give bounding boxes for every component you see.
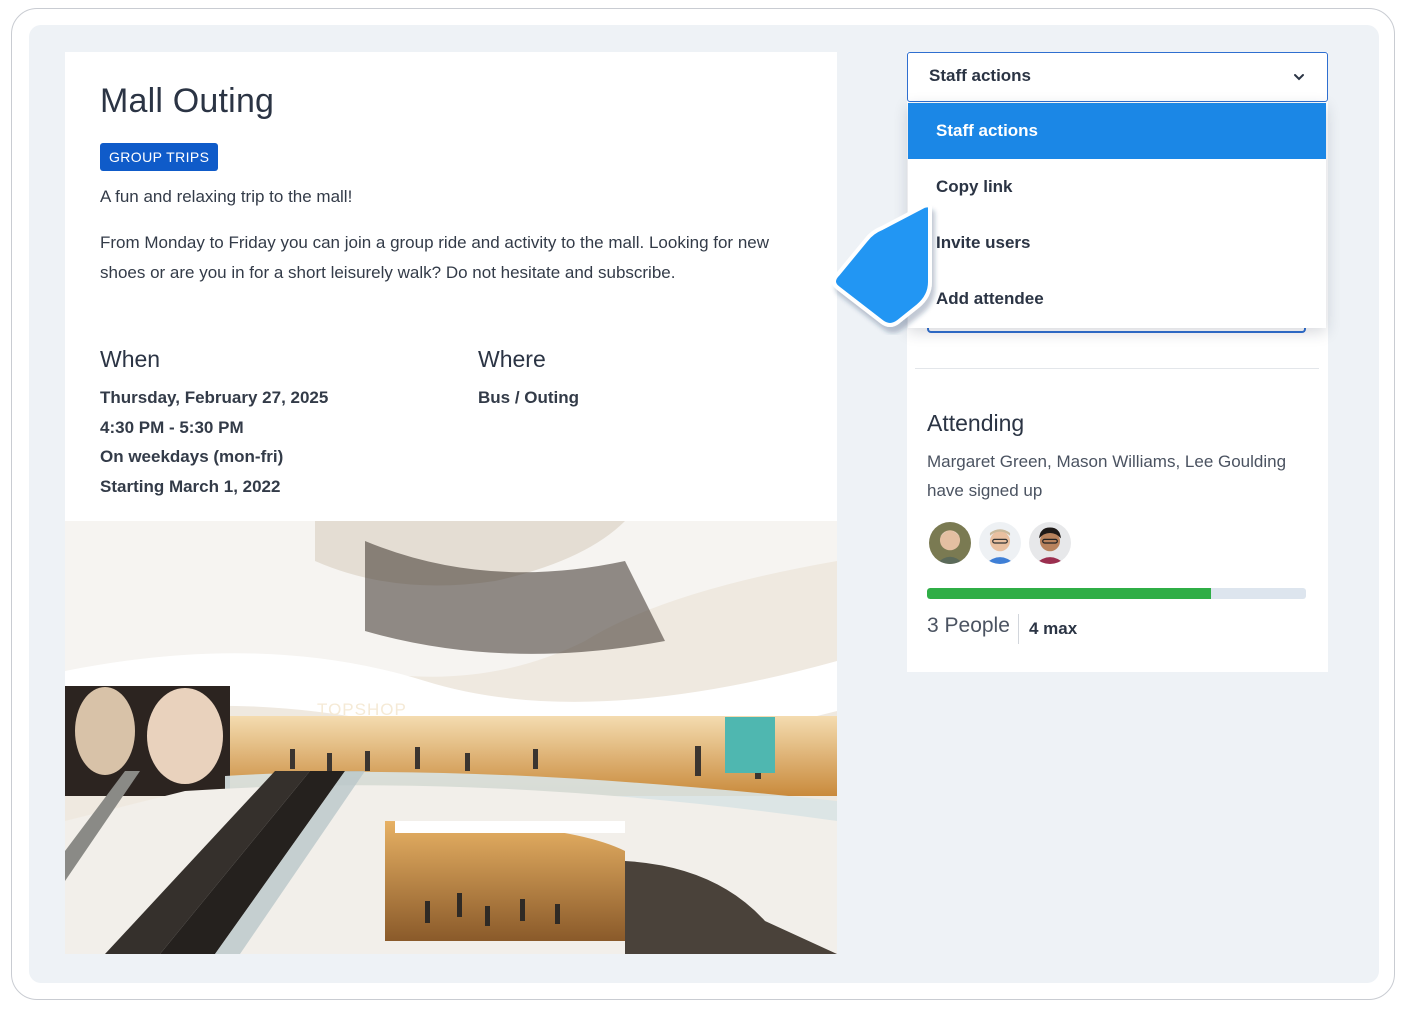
event-description: From Monday to Friday you can join a gro… [100, 233, 770, 282]
topshop-sign: TOPSHOP [317, 700, 407, 719]
event-time: 4:30 PM - 5:30 PM [100, 417, 244, 437]
chevron-down-icon [1294, 74, 1304, 81]
attending-heading: Attending [927, 410, 1025, 436]
menu-item-add-attendee[interactable]: Add attendee [908, 271, 1326, 327]
attendee-max: 4 max [1029, 619, 1078, 638]
avatar[interactable] [927, 520, 973, 566]
select-value: Staff actions [929, 66, 1032, 85]
progress-fill [927, 588, 1212, 599]
divider [915, 368, 1319, 369]
event-photo: TOPSHOP [65, 521, 837, 954]
cursor-pointer-icon [832, 203, 932, 327]
menu-item-invite-users[interactable]: Invite users [908, 215, 1326, 271]
event-date: Thursday, February 27, 2025 [100, 388, 329, 407]
avatar[interactable] [1027, 520, 1073, 566]
menu-item-copy-link[interactable]: Copy link [908, 159, 1326, 215]
event-location: Bus / Outing [478, 388, 580, 407]
category-badge: GROUP TRIPS [100, 143, 219, 171]
attendee-count: 3 People [927, 614, 1010, 637]
attendance-progress-bar [927, 588, 1306, 599]
staff-actions-select[interactable]: Staff actions [907, 52, 1328, 102]
event-title: Mall Outing [100, 82, 275, 120]
event-recurrence: On weekdays (mon-fri) [100, 447, 284, 466]
when-heading: When [100, 346, 161, 372]
event-start: Starting March 1, 2022 [100, 476, 281, 496]
menu-item-staff-actions[interactable]: Staff actions [908, 103, 1326, 159]
when-details: Thursday, February 27, 2025 4:30 PM - 5:… [100, 383, 328, 501]
staff-actions-menu: Staff actions Copy link Invite users Add… [908, 103, 1326, 328]
attending-names: Margaret Green, Mason Williams, Lee Goul… [927, 452, 1287, 500]
event-summary: A fun and relaxing trip to the mall! [100, 187, 353, 206]
where-heading: Where [478, 346, 546, 372]
count-separator [1018, 614, 1019, 644]
event-card: Mall Outing GROUP TRIPS A fun and relaxi… [65, 52, 837, 954]
avatar[interactable] [977, 520, 1023, 566]
